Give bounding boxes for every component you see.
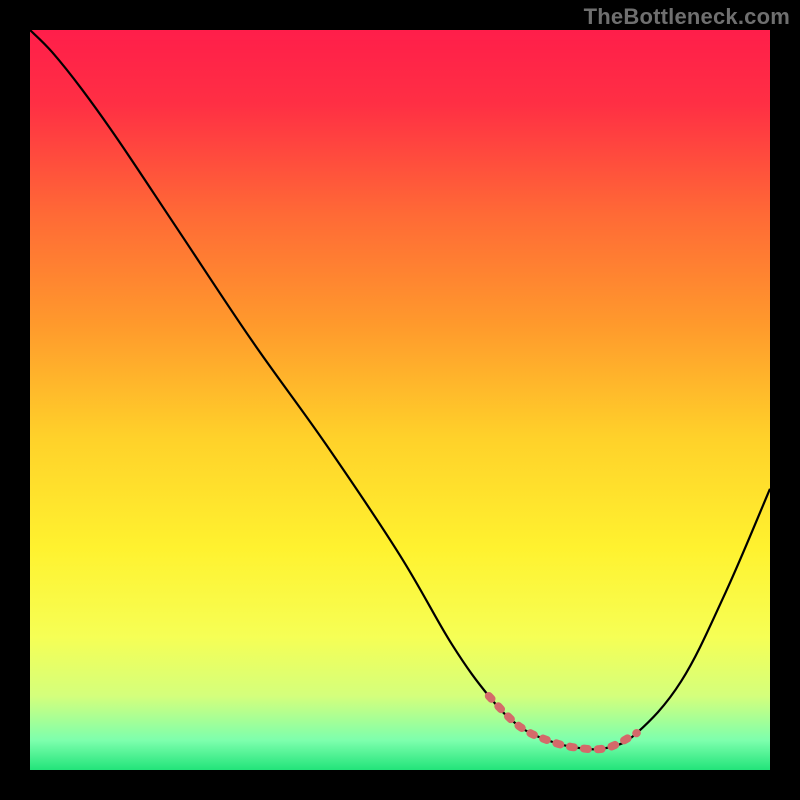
- bottleneck-chart: [30, 30, 770, 770]
- watermark-text: TheBottleneck.com: [584, 4, 790, 30]
- chart-frame: TheBottleneck.com: [0, 0, 800, 800]
- gradient-background: [30, 30, 770, 770]
